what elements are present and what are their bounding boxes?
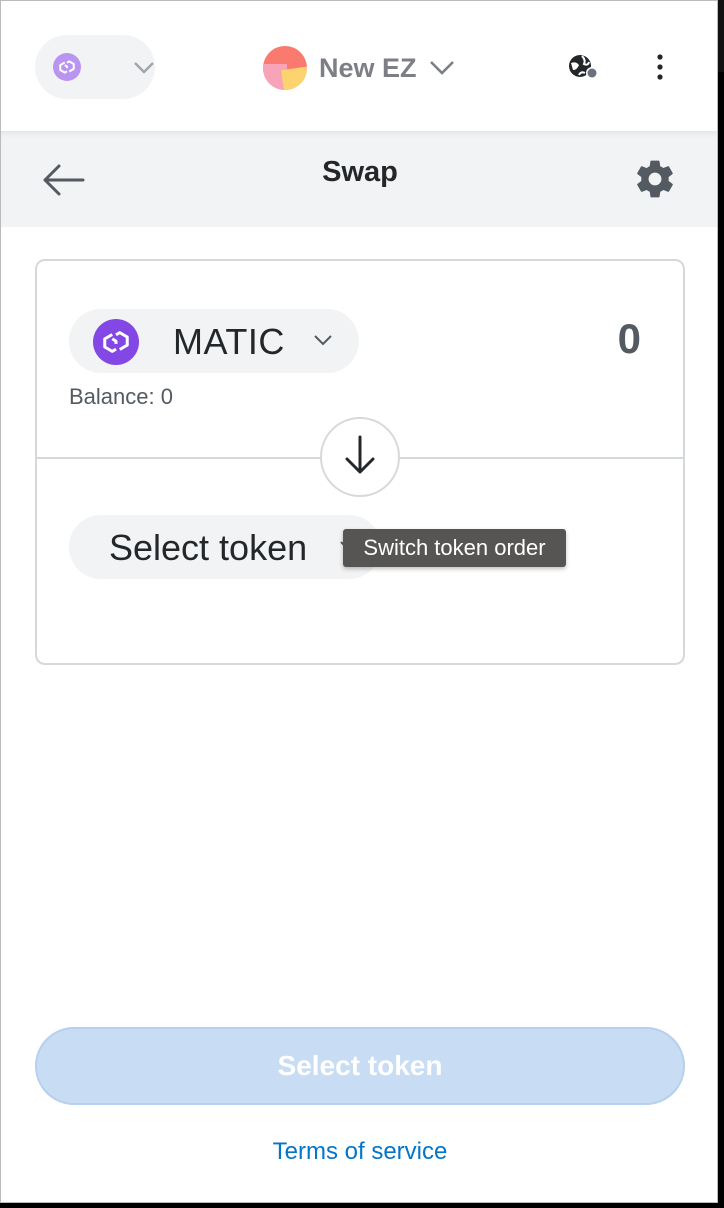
polygon-icon bbox=[53, 53, 81, 81]
window-edge bbox=[718, 0, 724, 72]
app-header: New EZ bbox=[1, 1, 717, 131]
select-token-button[interactable]: Select token bbox=[35, 1027, 685, 1105]
account-avatar bbox=[263, 46, 307, 90]
from-token-selector[interactable]: MATIC bbox=[69, 309, 359, 373]
from-token-symbol: MATIC bbox=[173, 321, 285, 362]
account-selector[interactable]: New EZ bbox=[263, 45, 455, 91]
chevron-down-icon bbox=[313, 333, 333, 352]
to-token-label: Select token bbox=[109, 527, 308, 568]
network-selector[interactable] bbox=[35, 35, 155, 99]
from-balance: Balance: 0 bbox=[69, 384, 173, 409]
matic-icon bbox=[93, 319, 139, 365]
page-title: Swap bbox=[322, 156, 398, 188]
gear-icon[interactable] bbox=[633, 157, 677, 201]
switch-token-order-button[interactable] bbox=[320, 417, 400, 497]
chevron-down-icon bbox=[133, 61, 155, 80]
kebab-menu-icon[interactable] bbox=[649, 53, 671, 81]
globe-icon[interactable] bbox=[567, 53, 599, 81]
arrow-down-icon bbox=[343, 434, 377, 481]
app-window: New EZ Swap MATIC 0 Balance: 0 Select to… bbox=[0, 0, 718, 1203]
from-amount-input[interactable]: 0 bbox=[618, 315, 641, 363]
terms-of-service-link[interactable]: Terms of service bbox=[1, 1138, 717, 1166]
to-token-selector[interactable]: Select token bbox=[69, 515, 381, 579]
account-name: New EZ bbox=[319, 52, 417, 83]
chevron-down-icon bbox=[429, 60, 455, 81]
switch-token-order-tooltip: Switch token order bbox=[343, 529, 566, 567]
